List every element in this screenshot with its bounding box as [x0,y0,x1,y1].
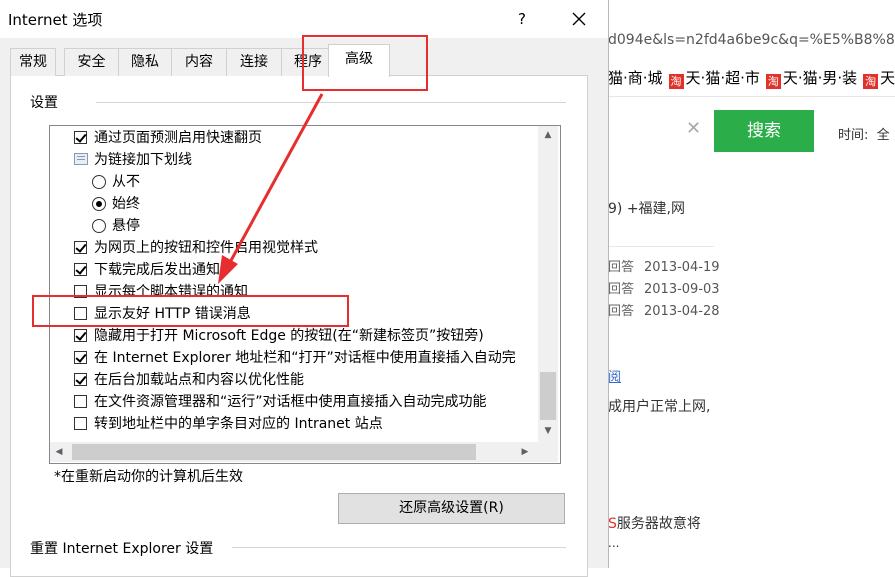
result-title[interactable]: 9) +福建,网 [608,198,685,218]
divider [608,246,714,247]
checkbox[interactable] [74,307,87,320]
checkbox[interactable] [74,285,87,298]
reset-ie-settings-label: 重置 Internet Explorer 设置 [30,541,214,557]
setting-label: 下载完成后发出通知 [94,262,220,278]
tab-advanced[interactable]: 高级 [328,44,390,77]
settings-group-label: 设置 [30,95,58,111]
address-bar[interactable]: d094e&ls=n2fd4a6be9c&q=%E5%B8%8B [608,26,895,54]
scroll-left-icon[interactable]: ◀ [50,442,68,462]
checkbox[interactable] [74,351,87,364]
tab-programs[interactable]: 程序 [281,48,335,76]
answer-row: 回答 2013-04-19 [608,256,720,275]
favorites-bar: 猫·商·城淘天·猫·超·市淘天·猫·男·装淘天 [608,64,895,92]
result-text: S服务器故意将 [608,513,701,533]
setting-label: 从不 [112,174,140,190]
search-button[interactable]: 搜索 [714,110,814,152]
internet-options-dialog: Internet 选项 ? 常规 安全 隐私 内容 连接 程序 高级 设置 通过… [0,0,609,577]
scroll-thumb[interactable] [72,444,476,460]
setting-label: 在文件资源管理器和“运行”对话框中使用直接插入自动完成功能 [94,394,487,410]
time-value[interactable]: 全 [877,128,890,143]
tab-connections[interactable]: 连接 [226,48,282,76]
close-button[interactable] [563,5,595,33]
title-bar[interactable]: Internet 选项 ? [0,0,608,38]
divider [96,102,566,103]
setting-label: 为链接加下划线 [94,152,192,168]
checkbox[interactable] [74,263,87,276]
answer-row: 回答 2013-09-03 [608,278,720,297]
divider [232,547,566,548]
setting-label: 转到地址栏中的单字条目对应的 Intranet 站点 [94,416,383,432]
tab-security[interactable]: 安全 [64,48,119,76]
favorite-item[interactable]: 猫·商·城 [608,69,663,87]
setting-label: 始终 [112,196,140,212]
restore-advanced-settings-button[interactable]: 还原高级设置(R) [338,493,565,524]
setting-label: 为网页上的按钮和控件启用视觉样式 [94,240,318,256]
horizontal-scrollbar[interactable]: ◀ ▶ [50,442,538,462]
scroll-right-icon[interactable]: ▶ [516,442,534,462]
favorite-item[interactable]: 天·猫·男·装 [783,69,857,87]
tab-general[interactable]: 常规 [10,48,56,76]
answer-label: 回答 [608,260,635,275]
help-button[interactable]: ? [510,8,534,30]
close-icon [572,12,586,26]
settings-list[interactable]: 通过页面预测启用快速翻页 为链接加下划线 从不 始终 悬停 为网页上的按钮和控件… [49,125,561,464]
checkbox[interactable] [74,241,87,254]
setting-label: 悬停 [112,218,140,234]
favorite-item[interactable]: 天 [880,69,895,87]
result-text-body: 服务器故意将 [616,516,701,532]
answer-label: 回答 [608,282,635,297]
radio-button[interactable] [92,219,106,233]
scrollbar-corner [538,442,558,462]
result-text: 成用户正常上网, [608,399,711,415]
answer-date: 2013-09-03 [644,282,720,297]
setting-label: 显示每个脚本错误的通知 [94,284,248,300]
time-filter[interactable]: 时间: 全 [838,124,890,143]
divider [608,96,895,97]
result-text: ... [608,536,620,550]
favorite-item[interactable]: 天·猫·超·市 [686,69,760,87]
close-icon[interactable]: ✕ [686,118,701,139]
answer-label: 回答 [608,304,635,319]
setting-label: 隐藏用于打开 Microsoft Edge 的按钮(在“新建标签页”按钮旁) [94,328,484,344]
tab-privacy[interactable]: 隐私 [118,48,172,76]
dialog-title: Internet 选项 [8,11,103,29]
checkbox[interactable] [74,373,87,386]
result-link[interactable]: 阅 [608,366,621,385]
tab-content[interactable]: 内容 [171,48,227,76]
setting-label: 显示友好 HTTP 错误消息 [94,306,251,322]
setting-label: 通过页面预测启用快速翻页 [94,130,262,146]
checkbox[interactable] [74,329,87,342]
vertical-scrollbar[interactable]: ▲ ▼ [538,126,558,442]
scroll-up-icon[interactable]: ▲ [538,126,558,144]
setting-label: 在 Internet Explorer 地址栏和“打开”对话框中使用直接插入自动… [94,350,516,366]
settings-group-icon [74,153,88,165]
checkbox[interactable] [74,131,87,144]
time-label: 时间: [838,128,869,143]
taobao-badge-icon: 淘 [668,74,684,89]
scroll-down-icon[interactable]: ▼ [538,422,558,440]
answer-row: 回答 2013-04-28 [608,300,720,319]
radio-button[interactable] [92,197,106,211]
answer-date: 2013-04-28 [644,304,720,319]
scroll-thumb[interactable] [540,372,556,420]
taobao-badge-icon: 淘 [765,74,781,89]
checkbox[interactable] [74,395,87,408]
setting-label: 在后台加载站点和内容以优化性能 [94,372,304,388]
restart-note: *在重新启动你的计算机后生效 [54,469,243,485]
radio-button[interactable] [92,175,106,189]
checkbox[interactable] [74,417,87,430]
answer-date: 2013-04-19 [644,260,720,275]
highlight-text: S [608,516,617,532]
taobao-badge-icon: 淘 [863,74,879,89]
